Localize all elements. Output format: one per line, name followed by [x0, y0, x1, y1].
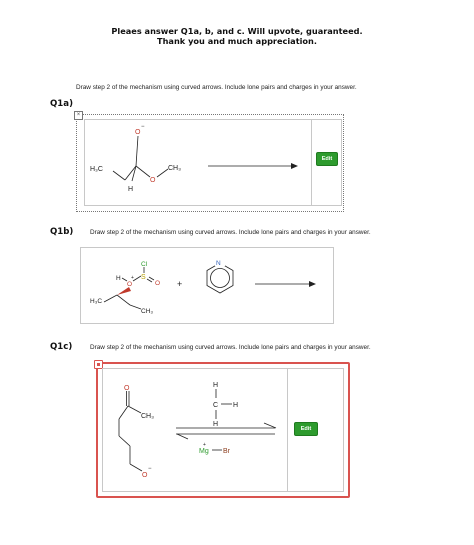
q1c-atom-ch3: CH₃ [141, 413, 154, 420]
q1c-bond [129, 463, 143, 472]
q1c-atom-h-bottom: H [213, 421, 218, 428]
q1c-atom-h-top: H [213, 382, 218, 389]
q1c-charge-minus: − [148, 466, 152, 472]
q1c-bond [127, 405, 142, 414]
q1c-atom-br: Br [223, 448, 231, 455]
q1c-atom-o-keto: O [124, 385, 130, 392]
q1c-bond [118, 405, 129, 420]
q1c-atom-o-minus: O [142, 472, 148, 479]
q1c-atom-c: C [213, 402, 218, 409]
q1c-bond [118, 435, 131, 447]
q1c-charge-plus: + [203, 442, 206, 448]
q1c-equilibrium-head [263, 422, 277, 429]
q1c-molecule-drawing: O CH₃ O − H C H H Mg + Br [118, 382, 277, 479]
q1c-atom-mg: Mg [199, 448, 209, 455]
q1c-equilibrium-head [176, 433, 189, 440]
q1c-atom-h-right: H [233, 402, 238, 409]
